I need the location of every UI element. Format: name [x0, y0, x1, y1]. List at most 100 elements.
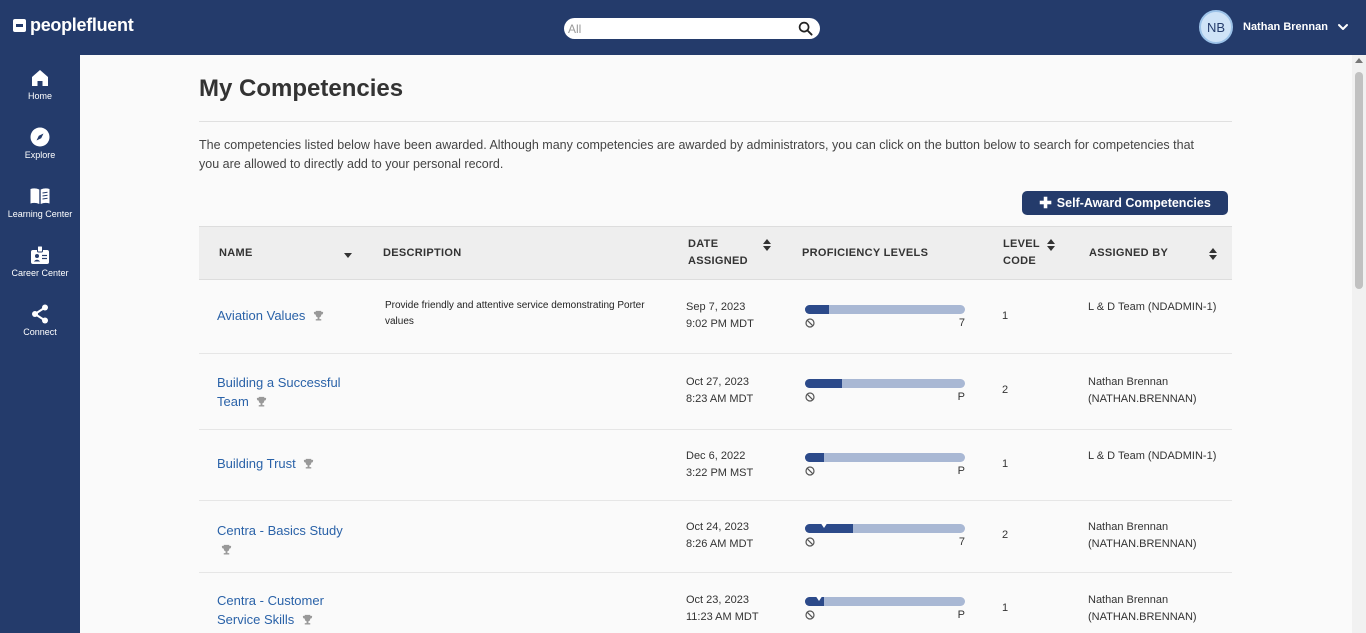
proficiency-bar	[805, 379, 965, 388]
sort-descending-icon[interactable]	[344, 249, 352, 261]
proficiency-marker	[820, 522, 828, 528]
no-proficiency-icon	[805, 318, 815, 328]
table-row: Centra - Basics Study Oct 24, 2023 8:26 …	[199, 501, 1232, 573]
trophy-icon	[221, 544, 232, 555]
assigned-date: Oct 23, 2023	[686, 594, 749, 606]
max-level-label: 7	[958, 317, 965, 329]
self-award-button-label: Self-Award Competencies	[1056, 196, 1211, 210]
header-line: ASSIGNED	[688, 255, 748, 267]
sidebar-item-explore[interactable]: Explore	[0, 126, 80, 174]
assigned-time: 3:22 PM MST	[686, 467, 754, 479]
header-line: CODE	[1003, 255, 1036, 267]
assigned-date: Sep 7, 2023	[686, 301, 746, 313]
column-header-date-assigned[interactable]: DATE ASSIGNED	[688, 236, 748, 270]
trophy-icon	[257, 396, 267, 407]
proficiency-bar-fill	[805, 379, 842, 388]
assigned-time: 11:23 AM MDT	[686, 611, 759, 623]
plus-icon: ✚	[1039, 194, 1052, 212]
assigned-by: Nathan Brennan (NATHAN.BRENNAN)	[1088, 521, 1197, 550]
global-search	[564, 18, 820, 39]
top-bar: peoplefluent NB Nathan Brennan	[0, 0, 1366, 55]
badge-icon	[31, 245, 49, 264]
competency-name: Centra - Basics Study	[217, 523, 343, 538]
proficiency-bar	[805, 524, 965, 533]
sort-icon[interactable]	[1209, 248, 1217, 260]
table-header: NAME DESCRIPTION DATE ASSIGNED PROFICIEN…	[199, 226, 1232, 280]
proficiency-bar	[805, 597, 965, 606]
proficiency-levels[interactable]: P	[805, 453, 965, 487]
proficiency-bar	[805, 453, 965, 462]
user-name[interactable]: Nathan Brennan	[1243, 21, 1328, 33]
level-code: 1	[1002, 458, 1009, 470]
date-assigned: Dec 6, 2022 3:22 PM MST	[686, 448, 753, 482]
level-code: 2	[1002, 384, 1009, 396]
compass-icon	[30, 127, 50, 147]
level-code: 1	[1002, 310, 1009, 322]
sidebar-item-learning-center[interactable]: Learning Center	[0, 185, 80, 233]
table-row: Aviation Values Provide friendly and att…	[199, 280, 1232, 354]
level-code: 1	[1002, 602, 1009, 614]
no-proficiency-icon	[805, 537, 815, 547]
proficiency-bar-fill	[805, 453, 824, 462]
assigned-time: 9:02 PM MDT	[686, 318, 754, 330]
proficiency-bar-fill	[805, 305, 829, 314]
peoplefluent-logo[interactable]: peoplefluent	[13, 15, 134, 36]
scrollbar-thumb[interactable]	[1355, 72, 1363, 289]
sidebar-item-career-center[interactable]: Career Center	[0, 244, 80, 292]
intro-text: The competencies listed below have been …	[199, 138, 1195, 171]
assigned-date: Oct 24, 2023	[686, 521, 749, 533]
competency-name-link[interactable]: Building a Successful Team	[217, 373, 357, 411]
sidebar-item-label: Connect	[23, 327, 57, 337]
search-icon[interactable]	[798, 21, 813, 36]
column-header-level-code[interactable]: LEVEL CODE	[1003, 236, 1040, 270]
proficiency-bar	[805, 305, 965, 314]
column-header-name[interactable]: NAME	[219, 245, 253, 262]
chevron-down-icon[interactable]	[1337, 21, 1349, 33]
proficiency-levels[interactable]: 7	[805, 522, 965, 558]
competency-name: Building Trust	[217, 456, 296, 471]
date-assigned: Sep 7, 2023 9:02 PM MDT	[686, 299, 754, 333]
home-icon	[32, 70, 48, 86]
trophy-icon	[302, 614, 313, 625]
book-icon	[30, 188, 50, 204]
search-input[interactable]	[568, 20, 793, 37]
no-proficiency-icon	[805, 392, 815, 402]
sidebar-item-connect[interactable]: Connect	[0, 303, 80, 351]
proficiency-bar-fill	[805, 524, 853, 533]
sidebar-nav: Home Explore Learning Center Career Cent…	[0, 55, 80, 633]
sort-icon[interactable]	[1047, 239, 1055, 251]
scrollbar[interactable]	[1352, 55, 1366, 633]
divider	[199, 121, 1232, 122]
sidebar-item-label: Explore	[24, 150, 56, 160]
no-proficiency-icon	[805, 610, 815, 620]
sidebar-item-home[interactable]: Home	[0, 67, 80, 115]
date-assigned: Oct 27, 2023 8:23 AM MDT	[686, 374, 753, 408]
self-award-competencies-button[interactable]: ✚ Self-Award Competencies	[1022, 191, 1228, 215]
competency-name-link[interactable]: Centra - Basics Study	[217, 521, 357, 559]
max-level-label: P	[957, 465, 965, 477]
sidebar-item-label: Career Center	[11, 268, 69, 278]
table-row: Building Trust Dec 6, 2022 3:22 PM MST P…	[199, 430, 1232, 501]
assigned-by: L & D Team (NDADMIN-1)	[1088, 301, 1217, 313]
proficiency-levels[interactable]: P	[805, 595, 965, 631]
competency-name-link[interactable]: Aviation Values	[217, 306, 357, 325]
column-header-assigned-by[interactable]: ASSIGNED BY	[1089, 245, 1168, 262]
competency-name-link[interactable]: Centra - Customer Service Skills	[217, 591, 357, 629]
proficiency-levels[interactable]: P	[805, 379, 965, 413]
assigned-by: Nathan Brennan (NATHAN.BRENNAN)	[1088, 594, 1197, 623]
main-content: My Competencies The competencies listed …	[80, 55, 1352, 633]
header-line: DATE	[688, 238, 719, 250]
table-row: Building a Successful Team Oct 27, 2023 …	[199, 354, 1232, 430]
trophy-icon	[304, 458, 314, 469]
assigned-time: 8:23 AM MDT	[686, 393, 754, 405]
competency-description: Provide friendly and attentive service d…	[385, 300, 645, 327]
avatar[interactable]: NB	[1199, 10, 1233, 44]
proficiency-marker	[815, 595, 823, 601]
competency-name-link[interactable]: Building Trust	[217, 454, 357, 473]
sort-icon[interactable]	[763, 239, 771, 251]
header-line: LEVEL	[1003, 238, 1040, 250]
max-level-label: P	[957, 391, 965, 403]
scroll-up-arrow-icon[interactable]	[1355, 58, 1363, 63]
user-menu[interactable]: NB Nathan Brennan	[1199, 10, 1349, 44]
proficiency-levels[interactable]: 7	[805, 305, 965, 339]
